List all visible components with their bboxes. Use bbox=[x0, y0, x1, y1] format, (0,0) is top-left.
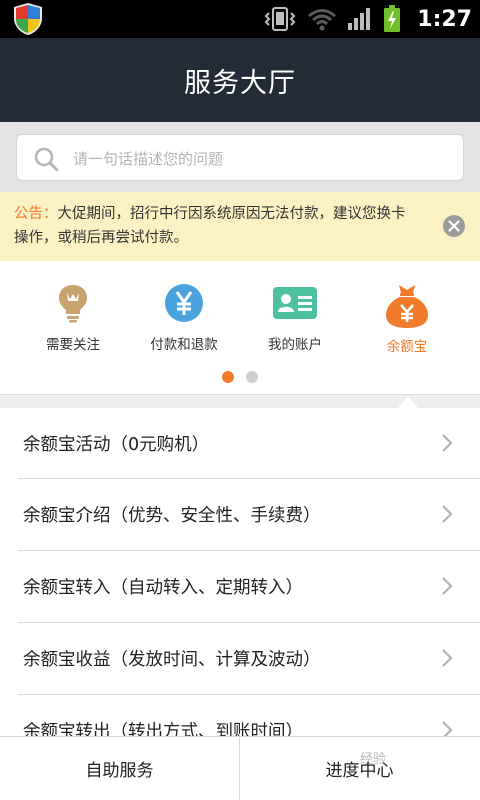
notice-text-block: 公告：大促期间，招行中行因系统原因无法付款，建议您换卡操作，或稍后再尝试付款。 bbox=[14, 202, 414, 250]
chevron-right-icon bbox=[442, 577, 453, 595]
list-item[interactable]: 余额宝转入（自动转入、定期转入） bbox=[0, 551, 480, 623]
money-bag-icon bbox=[386, 285, 428, 328]
category-my-account[interactable]: 我的账户 bbox=[240, 283, 350, 363]
list-item[interactable]: 余额宝介绍（优势、安全性、手续费） bbox=[0, 479, 480, 551]
chevron-right-icon bbox=[442, 649, 453, 667]
list-item[interactable]: 余额宝收益（发放时间、计算及波动） bbox=[0, 623, 480, 695]
chevron-right-icon bbox=[442, 721, 453, 736]
chevron-right-icon bbox=[442, 505, 453, 523]
category-label: 余额宝 bbox=[386, 339, 428, 355]
pager-dot[interactable] bbox=[246, 371, 258, 383]
status-bar: 1:27 bbox=[0, 0, 480, 38]
search-bar: 请一句话描述您的问题 bbox=[0, 122, 480, 192]
wifi-icon bbox=[308, 9, 337, 31]
clock-time: 1:27 bbox=[417, 6, 472, 32]
app-screen: 1:27 服务大厅 请一句话描述您的问题 公告：大促期间，招行中行因系统原因无法… bbox=[0, 0, 480, 800]
watermark: 经验 bbox=[360, 752, 387, 767]
category-label: 付款和退款 bbox=[150, 337, 218, 353]
category-label: 我的账户 bbox=[268, 337, 322, 353]
yen-coin-icon bbox=[165, 284, 203, 322]
category-attention[interactable]: 需要关注 bbox=[18, 283, 128, 363]
battery-charging-icon bbox=[384, 5, 401, 32]
id-card-icon bbox=[273, 287, 317, 319]
signal-icon bbox=[348, 8, 371, 30]
list-item-label: 余额宝介绍（优势、安全性、手续费） bbox=[23, 506, 321, 526]
list-item[interactable]: 余额宝转出（转出方式、到账时间） bbox=[0, 695, 480, 736]
title-bar: 服务大厅 bbox=[0, 38, 480, 122]
category-label: 需要关注 bbox=[46, 337, 100, 353]
list-item[interactable]: 余额宝活动（0元购机） bbox=[0, 408, 480, 480]
category-grid: 需要关注 付款和退款 我的账户 余额宝 bbox=[0, 261, 480, 394]
page-title: 服务大厅 bbox=[184, 67, 296, 99]
tab-self-service[interactable]: 自助服务 bbox=[0, 737, 239, 800]
pager-dot-active[interactable] bbox=[222, 371, 234, 383]
list-item-label: 余额宝转入（自动转入、定期转入） bbox=[23, 578, 303, 598]
list-item-label: 余额宝收益（发放时间、计算及波动） bbox=[23, 650, 321, 670]
faq-list: 余额宝活动（0元购机） 余额宝介绍（优势、安全性、手续费） 余额宝转入（自动转入… bbox=[0, 408, 480, 736]
vibrate-icon bbox=[264, 7, 296, 31]
active-category-pointer bbox=[398, 396, 418, 408]
close-icon[interactable] bbox=[442, 214, 466, 238]
category-payment-refund[interactable]: 付款和退款 bbox=[129, 283, 239, 363]
bottom-tab-bar: 自助服务 进度中心 bbox=[0, 736, 480, 800]
search-input[interactable]: 请一句话描述您的问题 bbox=[16, 134, 464, 181]
tab-progress-center[interactable]: 进度中心 bbox=[240, 737, 479, 800]
category-yuebao[interactable]: 余额宝 bbox=[352, 283, 462, 363]
search-icon bbox=[34, 147, 59, 172]
lightbulb-icon bbox=[59, 285, 87, 323]
notice-label: 公告： bbox=[14, 206, 58, 222]
list-item-label: 余额宝活动（0元购机） bbox=[23, 435, 210, 455]
chevron-right-icon bbox=[442, 434, 453, 452]
notice-banner: 公告：大促期间，招行中行因系统原因无法付款，建议您换卡操作，或稍后再尝试付款。 bbox=[0, 192, 480, 261]
list-item-label: 余额宝转出（转出方式、到账时间） bbox=[23, 722, 303, 736]
search-placeholder: 请一句话描述您的问题 bbox=[73, 150, 224, 168]
notice-message: 大促期间，招行中行因系统原因无法付款，建议您换卡操作，或稍后再尝试付款。 bbox=[14, 206, 406, 246]
shield-icon bbox=[14, 3, 42, 35]
